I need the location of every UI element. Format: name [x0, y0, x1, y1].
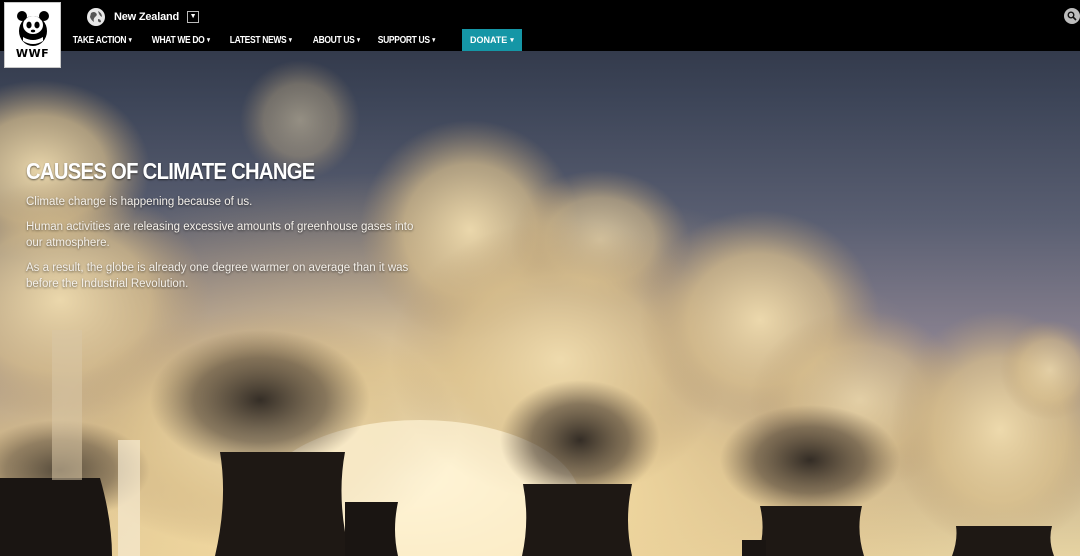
nav-label: SUPPORT US [377, 34, 430, 46]
chevron-down-icon: ▾ [510, 37, 514, 44]
chevron-down-icon: ▾ [356, 37, 360, 44]
nav-what-we-do[interactable]: WHAT WE DO ▾ [145, 29, 216, 51]
chevron-down-icon: ▾ [432, 37, 435, 44]
search-icon [1067, 11, 1077, 21]
chevron-down-icon: ▾ [206, 37, 210, 44]
nav-label: WHAT WE DO [151, 34, 205, 46]
panda-logo-icon [17, 11, 49, 46]
wwf-logo[interactable]: WWF [4, 2, 61, 68]
region-name: New Zealand [114, 11, 180, 23]
hero-paragraph: As a result, the globe is already one de… [26, 262, 409, 290]
nav-take-action[interactable]: TAKE ACTION ▾ [66, 29, 138, 51]
region-dropdown-caret[interactable]: ▼ [187, 11, 200, 23]
hero-text-block: CAUSES OF CLIMATE CHANGE Climate change … [26, 158, 426, 301]
search-button[interactable] [1064, 8, 1080, 24]
logo-text: WWF [15, 47, 50, 60]
chevron-down-icon: ▾ [288, 37, 292, 44]
nav-latest-news[interactable]: LATEST NEWS ▾ [223, 29, 298, 51]
region-selector[interactable]: New Zealand ▼ [86, 7, 200, 27]
page: New Zealand ▼ TAKE ACTION ▾ WHAT WE DO ▾… [0, 0, 1080, 556]
donate-button[interactable]: DONATE ▾ [461, 29, 522, 51]
page-title: CAUSES OF CLIMATE CHANGE [26, 158, 315, 184]
hero-paragraph: Climate change is happening because of u… [26, 196, 253, 208]
main-nav: TAKE ACTION ▾ WHAT WE DO ▾ LATEST NEWS ▾… [66, 29, 522, 51]
chevron-down-icon: ▾ [128, 37, 132, 44]
donate-label: DONATE [469, 35, 508, 45]
globe-icon [87, 8, 105, 26]
nav-label: ABOUT US [312, 34, 355, 46]
nav-about-us[interactable]: ABOUT US ▾ [306, 29, 366, 51]
top-navigation-bar: New Zealand ▼ TAKE ACTION ▾ WHAT WE DO ▾… [0, 0, 1080, 51]
nav-label: LATEST NEWS [229, 34, 287, 46]
nav-label: TAKE ACTION [72, 34, 127, 46]
hero-paragraph: Human activities are releasing excessive… [26, 221, 414, 249]
nav-support-us[interactable]: SUPPORT US ▾ [371, 29, 442, 51]
